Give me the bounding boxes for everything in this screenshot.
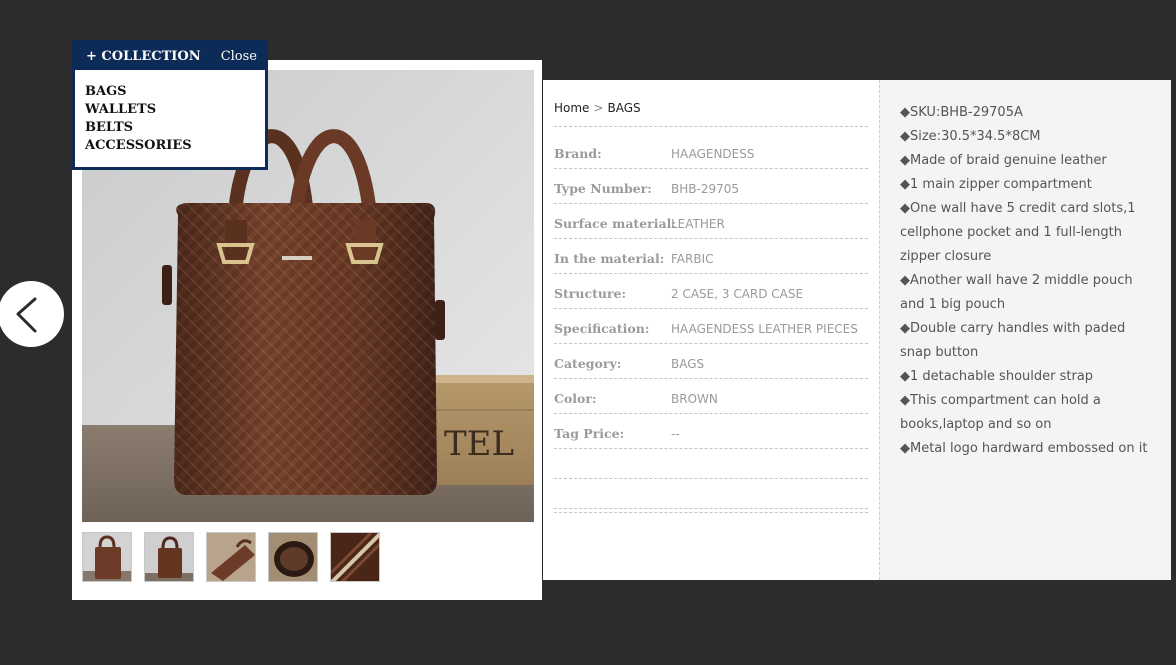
feature-item: ◆Made of braid genuine leather [900, 153, 1107, 168]
collection-header: + COLLECTION Close [75, 43, 265, 70]
divider [554, 168, 868, 169]
spec-value: -- [671, 427, 680, 441]
collection-list: BAGS WALLETS BELTS ACCESSORIES [85, 83, 192, 155]
breadcrumb-current-link[interactable]: BAGS [608, 101, 641, 115]
breadcrumb-separator: > [593, 101, 604, 115]
spec-row-type-number: Type Number: BHB-29705 [554, 171, 868, 206]
collection-toggle[interactable]: + COLLECTION [86, 49, 201, 64]
spec-label: Surface material: [554, 216, 676, 231]
spec-label: In the material: [554, 251, 665, 266]
feature-item: ◆This compartment can hold a books,lapto… [900, 393, 1101, 432]
collection-item-belts[interactable]: BELTS [85, 119, 192, 137]
divider [554, 448, 868, 449]
spec-value: BHB-29705 [671, 182, 739, 196]
thumbnail-5[interactable] [330, 532, 380, 582]
spec-label: Specification: [554, 321, 650, 336]
divider [554, 413, 868, 414]
thumbnail-3[interactable] [206, 532, 256, 582]
spec-row-specification: Specification: HAAGENDESS LEATHER PIECES [554, 311, 868, 346]
feature-item: ◆Metal logo hardward embossed on it [900, 441, 1148, 456]
thumbnail-1[interactable] [82, 532, 132, 582]
divider [554, 203, 868, 204]
spec-value: HAAGENDESS [671, 147, 755, 161]
divider [554, 238, 868, 239]
feature-item: ◆Another wall have 2 middle pouch and 1 … [900, 273, 1133, 312]
collection-item-wallets[interactable]: WALLETS [85, 101, 192, 119]
spec-row-category: Category: BAGS [554, 346, 868, 381]
spec-row-structure: Structure: 2 CASE, 3 CARD CASE [554, 276, 868, 311]
spec-row-surface-material: Surface material: LEATHER [554, 206, 868, 241]
spec-value: LEATHER [671, 217, 725, 231]
crate-sign-text: TEL [444, 424, 514, 464]
divider [554, 126, 868, 127]
divider [554, 508, 868, 509]
spec-label: Type Number: [554, 181, 652, 196]
spec-value: FARBIC [671, 252, 714, 266]
breadcrumb-home-link[interactable]: Home [554, 101, 589, 115]
collection-close-button[interactable]: Close [221, 49, 257, 64]
thumbnail-2[interactable] [144, 532, 194, 582]
feature-item: ◆1 main zipper compartment [900, 177, 1092, 192]
spec-row-inner-material: In the material: FARBIC [554, 241, 868, 276]
spec-value: HAAGENDESS LEATHER PIECES [671, 322, 858, 336]
feature-item: ◆Double carry handles with paded snap bu… [900, 321, 1126, 360]
spec-row-brand: Brand: HAAGENDESS [554, 136, 868, 171]
collection-item-accessories[interactable]: ACCESSORIES [85, 137, 192, 155]
spec-row-color: Color: BROWN [554, 381, 868, 416]
spec-label: Color: [554, 391, 597, 406]
feature-item: ◆SKU:BHB-29705A [900, 105, 1023, 120]
feature-list: ◆SKU:BHB-29705A ◆Size:30.5*34.5*8CM ◆Mad… [900, 101, 1160, 461]
feature-panel: ◆SKU:BHB-29705A ◆Size:30.5*34.5*8CM ◆Mad… [879, 80, 1171, 580]
feature-item: ◆1 detachable shoulder strap [900, 369, 1094, 384]
divider [554, 273, 868, 274]
spec-label: Structure: [554, 286, 627, 301]
collection-dropdown: + COLLECTION Close BAGS WALLETS BELTS AC… [72, 40, 268, 170]
spec-panel: Home > BAGS Brand: HAAGENDESS Type Number:… [543, 80, 879, 580]
divider [554, 343, 868, 344]
feature-item: ◆Size:30.5*34.5*8CM [900, 129, 1041, 144]
divider [554, 512, 868, 513]
spec-label: Brand: [554, 146, 602, 161]
prev-button[interactable] [0, 281, 64, 347]
spec-value: 2 CASE, 3 CARD CASE [671, 287, 804, 301]
divider [554, 478, 868, 479]
feature-item: ◆One wall have 5 credit card slots,1 cel… [900, 201, 1136, 264]
spec-label: Category: [554, 356, 622, 371]
spec-value: BROWN [671, 392, 718, 406]
breadcrumb: Home > BAGS [554, 101, 641, 115]
spec-value: BAGS [671, 357, 705, 371]
divider [554, 308, 868, 309]
spec-row-tag-price: Tag Price: -- [554, 416, 868, 451]
chevron-left-icon [16, 297, 37, 333]
thumbnail-4[interactable] [268, 532, 318, 582]
divider [554, 378, 868, 379]
spec-label: Tag Price: [554, 426, 625, 441]
collection-item-bags[interactable]: BAGS [85, 83, 192, 101]
